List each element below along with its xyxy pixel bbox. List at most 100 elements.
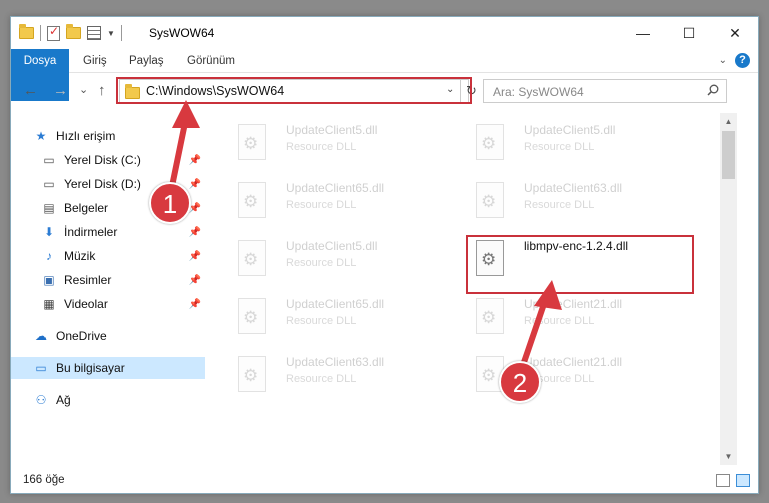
sidebar-item-label: OneDrive [56, 329, 107, 343]
new-folder-icon[interactable] [66, 24, 81, 39]
file-type: Resource DLL [286, 315, 357, 327]
pin-icon[interactable]: 📌 [189, 299, 201, 310]
dll-file-icon [238, 124, 266, 160]
up-button[interactable]: ↑ [98, 82, 106, 99]
file-type: Resource DLL [524, 199, 595, 211]
tab-share[interactable]: Paylaş [119, 49, 174, 73]
file-type: Resource DLL [524, 141, 595, 153]
pin-icon[interactable]: 📌 [189, 155, 201, 166]
pin-icon[interactable]: 📌 [189, 251, 201, 262]
file-type: Resource DLL [524, 315, 595, 327]
file-name: UpdateClient63.dll [286, 355, 385, 369]
sidebar-item[interactable]: ⬇ İndirmeler 📌 [11, 221, 205, 243]
sidebar-item-label: Yerel Disk (D:) [64, 177, 141, 191]
address-highlight-box [116, 77, 472, 104]
file-item[interactable]: UpdateClient5.dll Resource DLL [222, 235, 452, 287]
pictures-icon: ▣ [43, 273, 55, 287]
scroll-thumb[interactable] [722, 131, 735, 179]
tab-home[interactable]: Giriş [73, 49, 117, 73]
tab-view[interactable]: Görünüm [177, 49, 245, 73]
status-bar: 166 öğe [11, 469, 758, 493]
sidebar-item-label: İndirmeler [64, 225, 118, 239]
pin-icon[interactable]: 📌 [189, 179, 201, 190]
file-name: UpdateClient21.dll [524, 355, 623, 369]
sidebar-item[interactable]: ▭ Yerel Disk (C:) 📌 [11, 149, 205, 171]
sidebar-item[interactable]: ⚇ Ağ [11, 389, 205, 411]
sidebar-item-label: Hızlı erişim [56, 129, 116, 143]
download-icon: ⬇ [43, 225, 55, 239]
navigation-pane: ★ Hızlı erişim ▭ Yerel Disk (C:) 📌 ▭ Yerel Dis… [11, 113, 205, 463]
sidebar-item-label: Belgeler [64, 201, 109, 215]
ribbon-tabs: Dosya Giriş Paylaş Görünüm ⌄ ? [11, 49, 758, 101]
step-1-badge: 1 [149, 182, 191, 224]
minimize-button[interactable]: — [620, 17, 666, 49]
file-item[interactable]: UpdateClient21.dllResource DLL [460, 351, 690, 403]
expand-ribbon-icon[interactable]: ⌄ [719, 55, 727, 66]
sidebar-item-label: Resimler [64, 273, 112, 287]
file-type: Resource DLL [286, 257, 357, 269]
documents-icon: ▤ [43, 201, 55, 215]
file-item[interactable]: UpdateClient5.dll Resource DLL [222, 119, 452, 171]
dll-file-icon [238, 240, 266, 276]
customize-toolbar-icon[interactable]: ▼ [107, 29, 115, 38]
details-view-icon[interactable] [716, 474, 730, 487]
scroll-up-icon[interactable]: ▲ [720, 113, 737, 130]
dll-file-icon [476, 182, 504, 218]
file-type: Resource DLL [286, 141, 357, 153]
separator [40, 25, 41, 41]
search-input[interactable]: Ara: SysWOW64 [493, 85, 584, 99]
file-item[interactable]: UpdateClient65.dll Resource DLL [222, 293, 452, 345]
file-highlight-box [466, 235, 694, 294]
recent-locations-button[interactable]: ⌄ [79, 83, 88, 96]
file-item[interactable]: UpdateClient65.dll Resource DLL [222, 177, 452, 229]
sidebar-item[interactable]: ♪ Müzik 📌 [11, 245, 205, 267]
dll-file-icon [238, 182, 266, 218]
scroll-down-icon[interactable]: ▼ [720, 448, 737, 465]
view-icon[interactable] [87, 26, 101, 40]
tiles-view-icon[interactable] [736, 474, 750, 487]
file-item[interactable]: UpdateClient63.dll Resource DLL [222, 351, 452, 403]
sidebar-item[interactable]: ▭ Bu bilgisayar [11, 357, 205, 379]
pin-icon[interactable]: 📌 [189, 275, 201, 286]
dll-file-icon [476, 298, 504, 334]
cloud-icon: ☁ [35, 329, 47, 343]
vertical-scrollbar[interactable]: ▲ ▼ [720, 113, 737, 465]
music-icon: ♪ [46, 249, 52, 263]
sidebar-item[interactable]: ☁ OneDrive [11, 325, 205, 347]
window-title: SysWOW64 [149, 26, 215, 40]
dll-file-icon [238, 298, 266, 334]
maximize-button[interactable]: ☐ [666, 17, 712, 49]
file-name: UpdateClient63.dll [524, 181, 623, 195]
close-button[interactable]: ✕ [712, 17, 758, 49]
sidebar-item[interactable]: ▦ Videolar 📌 [11, 293, 205, 315]
forward-button[interactable]: → [53, 82, 68, 99]
back-button[interactable]: ← [23, 82, 38, 99]
search-icon [707, 84, 719, 96]
file-type: Resource DLL [286, 199, 357, 211]
file-item[interactable]: UpdateClient5.dll Resource DLL [460, 119, 690, 171]
separator [120, 25, 122, 41]
properties-icon[interactable] [47, 24, 60, 41]
file-name: UpdateClient65.dll [286, 297, 385, 311]
sidebar-item[interactable]: ▣ Resimler 📌 [11, 269, 205, 291]
pin-icon[interactable]: 📌 [189, 227, 201, 238]
sidebar-item-label: Müzik [64, 249, 96, 263]
file-item[interactable]: UpdateClient63.dll Resource DLL [460, 177, 690, 229]
star-icon: ★ [35, 129, 47, 143]
help-icon[interactable]: ? [735, 53, 750, 68]
file-type: Resource DLL [286, 373, 357, 385]
file-item[interactable]: UpdateClient21.dll Resource DLL [460, 293, 690, 345]
drive-icon: ▭ [43, 153, 55, 167]
dll-file-icon [476, 124, 504, 160]
sidebar-item-label: Ağ [56, 393, 71, 407]
drive-icon: ▭ [43, 177, 55, 191]
network-icon: ⚇ [35, 393, 47, 407]
search-box[interactable]: Ara: SysWOW64 [483, 79, 727, 103]
sidebar-item[interactable]: ★ Hızlı erişim [11, 125, 205, 147]
file-name: UpdateClient21.dll [524, 297, 623, 311]
file-name: UpdateClient5.dll [524, 123, 616, 137]
file-name: UpdateClient5.dll [286, 123, 378, 137]
title-bar: ▼ SysWOW64 — ☐ ✕ [11, 17, 758, 49]
sidebar-item-label: Bu bilgisayar [56, 361, 125, 375]
quick-access-toolbar: ▼ [19, 24, 122, 41]
